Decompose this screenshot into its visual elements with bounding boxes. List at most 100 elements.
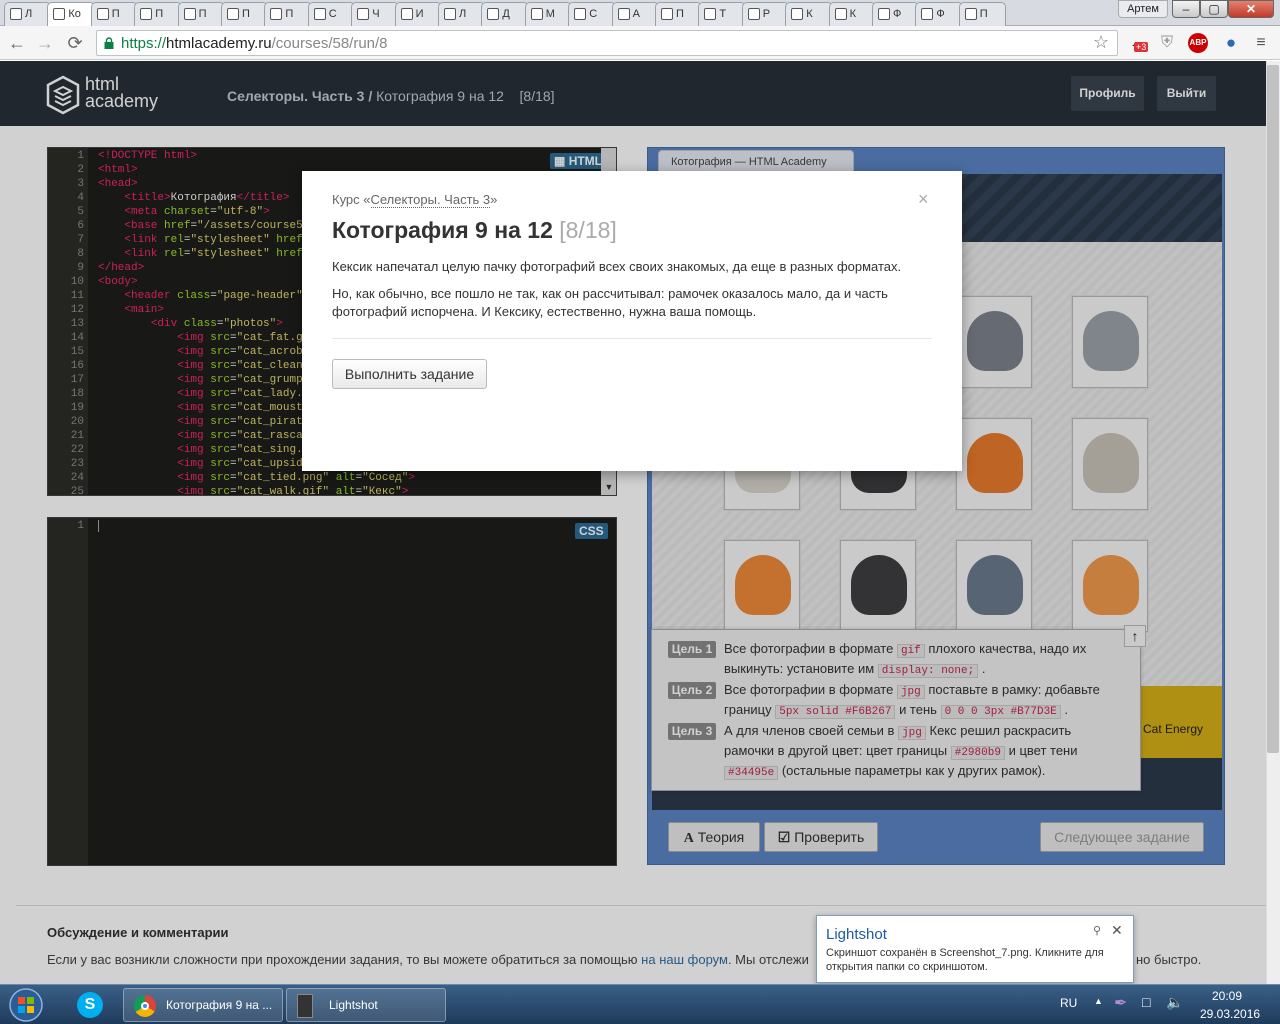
browser-tab[interactable]: Ф xyxy=(872,2,920,26)
favicon-icon xyxy=(183,8,196,20)
browser-tab[interactable]: Д xyxy=(481,2,529,26)
browser-tab[interactable]: Т xyxy=(698,2,746,26)
browser-tab-title: М xyxy=(545,8,555,20)
browser-toolbar: ← → ⟳ https://htmlacademy.ru/courses/58/… xyxy=(0,26,1280,60)
browser-tab[interactable]: Р xyxy=(741,2,790,26)
forward-arrow-icon[interactable]: → xyxy=(34,32,56,54)
page-scrollbar-thumb[interactable] xyxy=(1267,65,1279,753)
browser-tab-title: Л xyxy=(25,8,33,20)
close-window-button[interactable]: ✕ xyxy=(1228,0,1274,18)
favicon-icon xyxy=(140,8,153,20)
maximize-button[interactable]: ▢ xyxy=(1200,0,1228,18)
adblock-icon[interactable]: ABP xyxy=(1188,33,1208,53)
browser-tab-title: П xyxy=(198,8,207,20)
pin-icon[interactable]: ⚲ xyxy=(1093,924,1101,937)
browser-tab-title: Р xyxy=(762,8,771,20)
chrome-user-button[interactable]: Артем xyxy=(1118,0,1168,18)
bookmark-star-icon[interactable]: ☆ xyxy=(1093,32,1109,53)
browser-tab[interactable]: П xyxy=(134,2,182,26)
weather-extension-icon[interactable]: ☁+3 xyxy=(1126,32,1149,54)
favicon-icon xyxy=(574,8,587,20)
notification-close-icon[interactable]: ✕ xyxy=(1111,922,1123,939)
browser-tab[interactable]: С xyxy=(568,2,616,26)
browser-tab[interactable]: П xyxy=(958,2,1007,26)
browser-tab[interactable]: А xyxy=(611,2,659,26)
lightshot-tray-icon[interactable]: ✒ xyxy=(1114,993,1127,1013)
favicon-icon xyxy=(704,8,717,20)
browser-tab[interactable]: П xyxy=(177,2,225,26)
browser-tab-title: К xyxy=(806,8,813,20)
modal-divider xyxy=(332,338,932,339)
browser-tab-title: Т xyxy=(719,8,727,20)
tray-expand-icon[interactable]: ▲ xyxy=(1094,996,1103,1006)
clock-time[interactable]: 20:09 xyxy=(1212,989,1242,1003)
browser-tab[interactable]: М xyxy=(524,2,573,26)
favicon-icon xyxy=(313,8,326,20)
windows-start-icon[interactable] xyxy=(4,987,48,1023)
favicon-icon xyxy=(227,8,239,20)
menu-icon[interactable]: ≡ xyxy=(1250,32,1272,54)
browser-tab-title: Ко xyxy=(68,8,81,20)
browser-tab[interactable]: П xyxy=(264,2,312,26)
favicon-icon xyxy=(444,8,456,20)
language-indicator[interactable]: RU xyxy=(1060,996,1077,1010)
url-text: https://htmlacademy.ru/courses/58/run/8 xyxy=(121,35,388,52)
lightshot-text[interactable]: Скриншот сохранён в Screenshot_7.png. Кл… xyxy=(826,946,1126,974)
browser-tab-title: А xyxy=(632,8,640,20)
browser-tab[interactable]: Ч xyxy=(351,2,399,26)
modal-paragraph-1: Кексик напечатал целую пачку фотографий … xyxy=(332,259,902,274)
favicon-icon xyxy=(487,8,500,20)
favicon-icon xyxy=(921,8,934,20)
favicon-icon xyxy=(878,8,890,20)
browser-tab-title: И xyxy=(415,8,424,20)
reload-icon[interactable]: ⟳ xyxy=(64,32,86,54)
favicon-icon xyxy=(661,8,673,20)
browser-tab[interactable]: И xyxy=(394,2,442,26)
volume-icon[interactable]: 🔈 xyxy=(1166,994,1183,1011)
favicon-icon xyxy=(747,8,760,20)
favicon-icon xyxy=(617,8,630,20)
browser-tab-title: Ф xyxy=(893,8,902,20)
browser-tab-title: П xyxy=(155,8,164,20)
start-task-button[interactable]: Выполнить задание xyxy=(332,359,487,389)
favicon-icon xyxy=(270,8,283,20)
browser-tab[interactable]: Ф xyxy=(915,2,963,26)
browser-tab[interactable]: П xyxy=(221,2,269,26)
browser-tab[interactable]: К xyxy=(785,2,833,26)
browser-tab[interactable]: Л xyxy=(4,2,52,26)
back-arrow-icon[interactable]: ← xyxy=(6,32,28,54)
browser-tab-title: П xyxy=(242,8,250,20)
browser-tab-title: П xyxy=(111,8,120,20)
favicon-icon xyxy=(400,8,413,20)
browser-tab[interactable]: П xyxy=(655,2,703,26)
windows-taskbar: S Котография 9 на ... Lightshot RU ▲ ✒ □… xyxy=(0,984,1280,1024)
modal-title: Котография 9 на 12 [8/18] xyxy=(332,217,617,243)
browser-tab-title: К xyxy=(849,8,857,20)
browser-tab[interactable]: С xyxy=(307,2,356,26)
browser-tab[interactable]: Ко xyxy=(47,2,95,26)
browser-tab[interactable]: Л xyxy=(438,2,486,26)
lightshot-notification[interactable]: Lightshot ⚲ ✕ Скриншот сохранён в Screen… xyxy=(816,915,1134,983)
browser-tab[interactable]: К xyxy=(828,2,876,26)
course-link[interactable]: Селекторы. Часть 3 xyxy=(370,192,491,208)
shield-extension-icon[interactable]: ⛨ xyxy=(1156,32,1178,54)
modal-close-icon[interactable]: × xyxy=(918,189,929,210)
browser-tab-title: С xyxy=(328,8,337,20)
minimize-button[interactable]: – xyxy=(1172,0,1200,18)
system-tray: RU ▲ ✒ □ 🔈 20:09 29.03.2016 xyxy=(1050,985,1280,1024)
favicon-icon xyxy=(530,8,543,20)
browser-tab-title: П xyxy=(979,8,988,20)
taskbar-chrome[interactable]: Котография 9 на ... xyxy=(123,988,283,1022)
clock-date[interactable]: 29.03.2016 xyxy=(1200,1007,1260,1021)
globe-extension-icon[interactable]: ● xyxy=(1220,32,1242,54)
browser-tab[interactable]: П xyxy=(90,2,139,26)
address-bar[interactable]: https://htmlacademy.ru/courses/58/run/8 … xyxy=(96,30,1118,56)
browser-tab-title: С xyxy=(589,8,598,20)
skype-icon[interactable]: S xyxy=(64,989,114,1021)
favicon-icon xyxy=(964,8,977,20)
favicon-icon xyxy=(791,8,804,20)
taskbar-lightshot[interactable]: Lightshot xyxy=(286,988,446,1022)
network-icon[interactable]: □ xyxy=(1142,994,1150,1010)
lightshot-title: Lightshot xyxy=(826,926,887,943)
favicon-icon xyxy=(10,8,22,20)
